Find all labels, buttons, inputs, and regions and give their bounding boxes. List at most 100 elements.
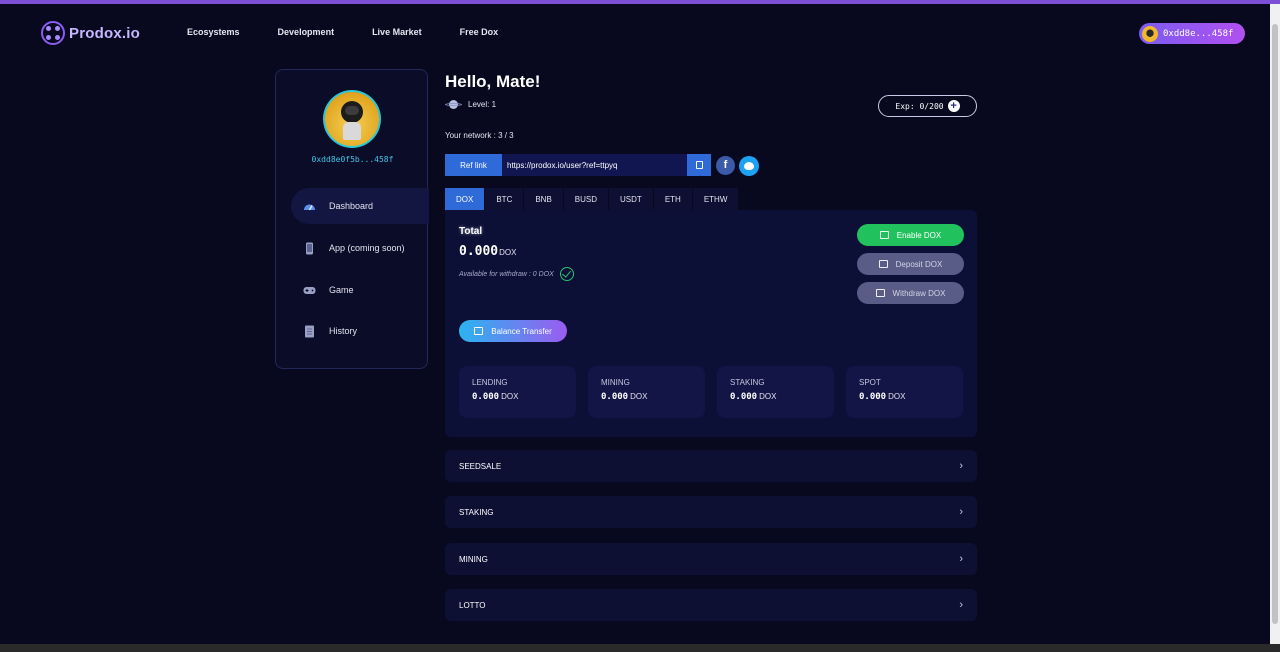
stat-name: LENDING [472,378,508,387]
enable-dox-label: Enable DOX [896,230,942,240]
logo-icon [41,21,65,45]
scrollbar-thumb[interactable] [1272,24,1278,624]
section-seedsale[interactable]: SEEDSALE › [445,450,977,482]
wallet-address: 0xdd8e...458f [1163,28,1234,39]
sidebar-item-label: History [329,326,358,336]
balance-transfer-button[interactable]: Balance Transfer [459,320,567,342]
copy-icon [695,161,703,169]
nav-link-live-market[interactable]: Live Market [372,27,422,37]
top-navbar: Prodox.io Ecosystems Development Live Ma… [0,4,1270,60]
section-staking[interactable]: STAKING › [445,496,977,528]
total-label: Total [459,226,483,237]
section-label: SEEDSALE [459,461,502,471]
section-label: STAKING [459,507,494,517]
chevron-right-icon: › [959,599,963,611]
plus-icon: + [947,100,960,112]
wallet-icon [879,231,889,239]
sidebar: 0xdd8e0f5b...458f Dashboard App (coming … [275,69,429,369]
available-text: Available for withdraw : 0 DOX [459,270,554,278]
gauge-icon [303,200,316,213]
total-balance: 0.000 DOX [459,244,516,259]
sidebar-item-game[interactable]: Game [291,272,429,308]
tab-eth[interactable]: ETH [653,188,692,210]
sidebar-item-label: Dashboard [329,201,374,211]
sidebar-item-label: Game [329,285,354,295]
stat-value: 0.000 [859,392,887,402]
total-value: 0.000 [459,244,499,259]
logo-text: Prodox.io [69,24,140,42]
section-label: MINING [459,554,488,564]
stat-value: 0.000 [730,392,758,402]
chevron-right-icon: › [959,460,963,472]
withdraw-dox-label: Withdraw DOX [892,288,946,298]
ref-link-input[interactable] [502,154,687,176]
balance-panel: Total 0.000 DOX Available for withdraw :… [445,210,977,437]
phone-icon [303,242,316,255]
twitter-icon[interactable] [739,156,759,176]
stat-card-spot: SPOT 0.000 DOX [846,366,963,418]
planet-icon [445,99,462,110]
ref-link-label: Ref link [445,154,502,176]
gamepad-icon [303,284,316,297]
nav-link-ecosystems[interactable]: Ecosystems [187,27,240,37]
level-indicator: Level: 1 [445,99,496,110]
level-text: Level: 1 [468,100,497,109]
facebook-icon[interactable]: f [716,156,735,175]
deposit-dox-label: Deposit DOX [895,259,943,269]
stat-card-lending: LENDING 0.000 DOX [459,366,576,418]
check-icon [559,267,574,281]
sidebar-item-history[interactable]: History [291,313,429,349]
stat-unit: DOX [630,392,648,401]
stat-unit: DOX [888,392,906,401]
total-unit: DOX [499,248,517,257]
tab-bnb[interactable]: BNB [524,188,563,210]
stat-name: MINING [601,378,630,387]
section-label: LOTTO [459,600,486,610]
withdraw-dox-button[interactable]: Withdraw DOX [857,282,964,304]
profile-avatar [323,90,381,148]
stat-unit: DOX [759,392,777,401]
wallet-icon [875,289,885,297]
scrollbar[interactable] [1270,4,1280,644]
tab-ethw[interactable]: ETHW [692,188,739,210]
balance-transfer-label: Balance Transfer [491,326,552,336]
wallet-avatar [1142,25,1158,42]
enable-dox-button[interactable]: Enable DOX [857,224,964,246]
chevron-right-icon: › [959,506,963,518]
network-count: Your network : 3 / 3 [445,131,514,140]
wallet-icon [878,260,888,268]
logo[interactable]: Prodox.io [41,21,140,45]
sidebar-item-dashboard[interactable]: Dashboard [291,188,429,224]
currency-tabs: DOX BTC BNB BUSD USDT ETH ETHW [445,188,739,210]
tab-usdt[interactable]: USDT [609,188,653,210]
stat-unit: DOX [501,392,519,401]
section-mining[interactable]: MINING › [445,543,977,575]
profile-address: 0xdd8e0f5b...458f [311,155,394,164]
wallet-icon [474,327,484,335]
deposit-dox-button[interactable]: Deposit DOX [857,253,964,275]
stat-value: 0.000 [601,392,629,402]
sidebar-item-app[interactable]: App (coming soon) [291,230,429,266]
nav-link-development[interactable]: Development [278,27,335,37]
stat-name: STAKING [730,378,765,387]
tab-dox[interactable]: DOX [445,188,485,210]
stat-card-mining: MINING 0.000 DOX [588,366,705,418]
nav-links: Ecosystems Development Live Market Free … [187,27,536,37]
bottom-bar [0,644,1280,652]
page-title: Hello, Mate! [445,72,541,91]
stat-card-staking: STAKING 0.000 DOX [717,366,834,418]
nav-link-free-dox[interactable]: Free Dox [460,27,499,37]
exp-label: Exp: 0/200 [895,101,944,111]
sidebar-item-label: App (coming soon) [329,243,405,253]
section-lotto[interactable]: LOTTO › [445,589,977,621]
stat-value: 0.000 [472,392,500,402]
wallet-button[interactable]: 0xdd8e...458f [1139,23,1245,44]
exp-button[interactable]: Exp: 0/200 + [878,95,977,117]
copy-button[interactable] [687,154,711,176]
tab-btc[interactable]: BTC [485,188,524,210]
document-icon [303,325,316,338]
stat-name: SPOT [859,378,881,387]
referral-row: Ref link [445,154,711,176]
tab-busd[interactable]: BUSD [563,188,609,210]
chevron-right-icon: › [959,553,963,565]
